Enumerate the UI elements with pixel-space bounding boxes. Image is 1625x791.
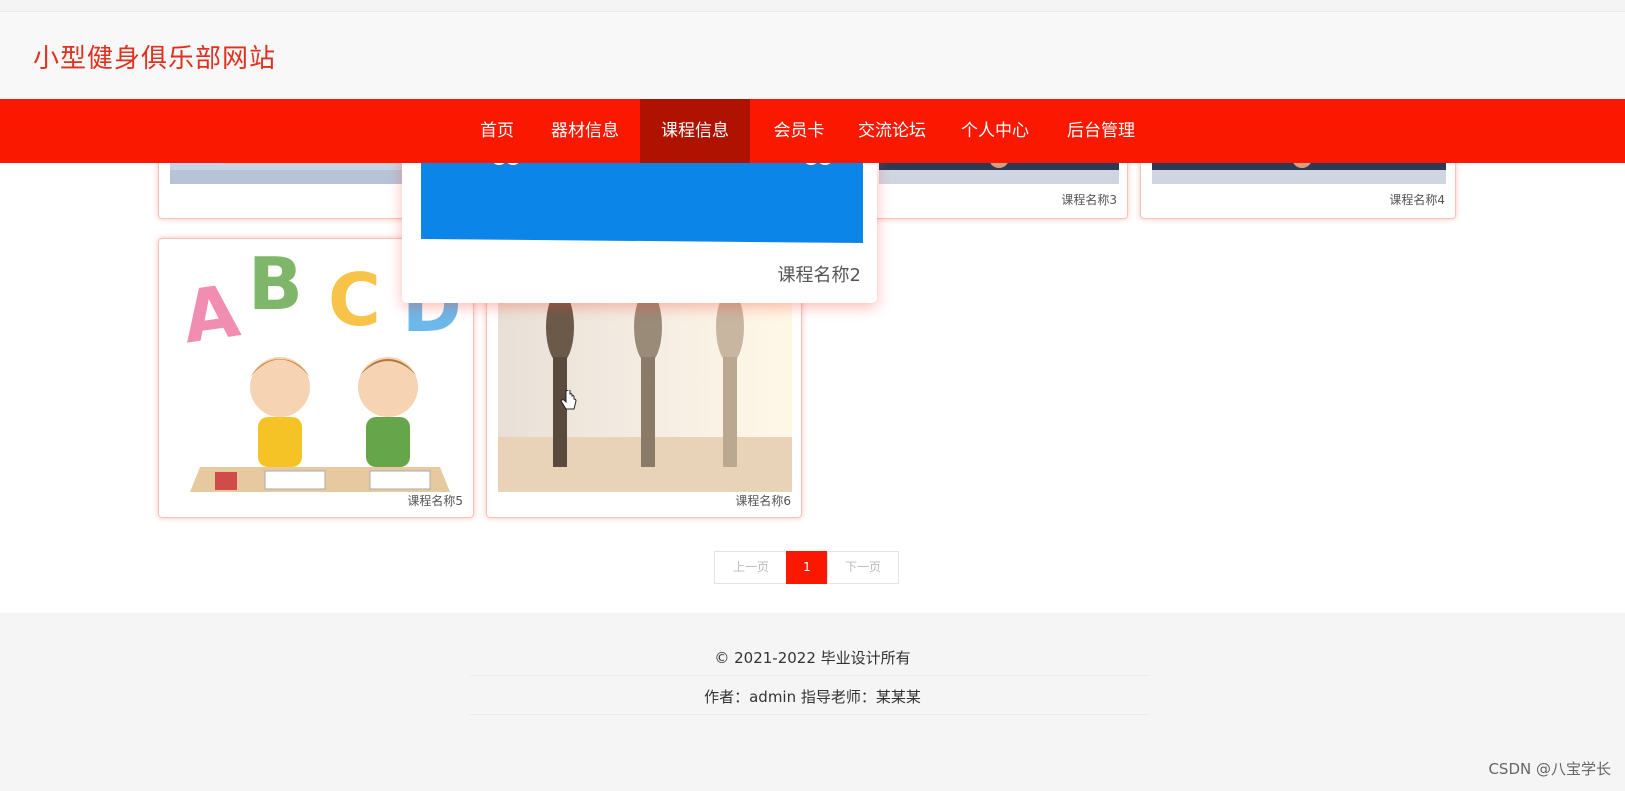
nav-item-home[interactable]: 首页 [467, 99, 527, 163]
course-card[interactable]: 课程名称3 [870, 163, 1128, 219]
browser-top-strip [0, 0, 1625, 12]
watermark: CSDN @八宝学长 [1488, 760, 1611, 778]
course-caption: 课程名称4 [1389, 193, 1445, 207]
course-caption: 课程名称3 [1061, 193, 1117, 207]
course-thumbnail [879, 163, 1119, 184]
course-card-hover[interactable]: 课程名称2 [402, 163, 877, 303]
page-1-button[interactable]: 1 [786, 551, 828, 584]
footer-copyright: © 2021-2022 毕业设计所有 [714, 649, 911, 667]
course-caption: 课程名称6 [735, 494, 791, 508]
course-thumbnail [421, 163, 863, 243]
svg-text:B: B [248, 247, 303, 326]
nav-item-courses[interactable]: 课程信息 [640, 99, 750, 163]
course-list: 课程名称3 课程名称4 A B C D 课程名称5 课程名称6 课程名称2 上一… [0, 163, 1625, 613]
svg-text:C: C [328, 258, 381, 342]
hand-cursor-icon [560, 389, 578, 416]
course-caption: 课程名称5 [407, 494, 463, 508]
site-header: 小型健身俱乐部网站 [0, 12, 1625, 99]
footer-author: 作者：admin 指导老师：某某某 [704, 688, 921, 706]
course-card[interactable]: 课程名称4 [1140, 163, 1456, 219]
nav-item-membership[interactable]: 会员卡 [762, 99, 836, 163]
nav-item-equipment[interactable]: 器材信息 [540, 99, 630, 163]
next-page-button[interactable]: 下一页 [827, 551, 899, 584]
footer-divider [470, 675, 1150, 676]
prev-page-button[interactable]: 上一页 [714, 551, 788, 584]
site-footer: © 2021-2022 毕业设计所有 作者：admin 指导老师：某某某 CSD… [0, 613, 1625, 791]
course-caption: 课程名称2 [777, 265, 861, 286]
nav-item-admin[interactable]: 后台管理 [1056, 99, 1146, 163]
nav-item-forum[interactable]: 交流论坛 [848, 99, 936, 163]
site-title[interactable]: 小型健身俱乐部网站 [33, 38, 276, 75]
main-nav: 首页 器材信息 课程信息 会员卡 交流论坛 个人中心 后台管理 [0, 99, 1625, 163]
nav-item-profile[interactable]: 个人中心 [950, 99, 1040, 163]
svg-text:A: A [177, 268, 244, 359]
footer-divider [470, 714, 1150, 715]
course-thumbnail [1152, 163, 1446, 184]
